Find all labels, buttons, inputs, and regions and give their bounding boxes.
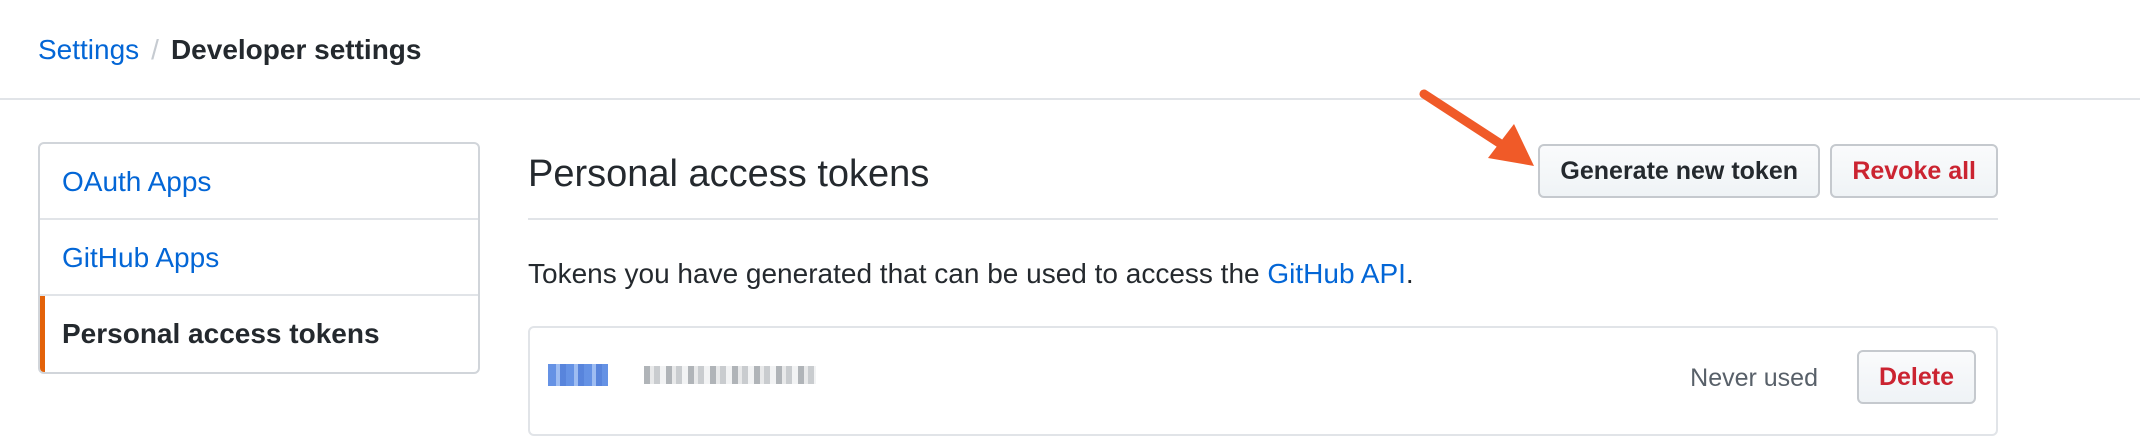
revoke-all-button[interactable]: Revoke all <box>1830 144 1998 198</box>
page-header: Settings / Developer settings <box>0 0 2140 100</box>
breadcrumb-separator: / <box>151 34 159 65</box>
token-last-used: Never used <box>1690 364 1818 392</box>
tokens-description: Tokens you have generated that can be us… <box>528 254 1414 294</box>
sidebar-item-github-apps[interactable]: GitHub Apps <box>40 220 478 296</box>
description-period: . <box>1405 258 1414 289</box>
main-content: Personal access tokens Generate new toke… <box>528 142 1998 436</box>
token-scopes-redacted <box>644 366 816 384</box>
sidebar-item-oauth-apps[interactable]: OAuth Apps <box>40 144 478 220</box>
sidebar-item-personal-access-tokens[interactable]: Personal access tokens <box>40 296 478 372</box>
sidebar-menu: OAuth Apps GitHub Apps Personal access t… <box>38 142 480 374</box>
annotation-arrow-icon <box>1419 89 1534 166</box>
delete-token-button[interactable]: Delete <box>1856 350 1976 404</box>
generate-new-token-button[interactable]: Generate new token <box>1538 144 1820 198</box>
breadcrumb: Settings / Developer settings <box>38 30 421 70</box>
page-title: Personal access tokens <box>528 153 930 195</box>
breadcrumb-current: Developer settings <box>170 34 422 65</box>
token-list-item: Never used Delete <box>528 326 1998 436</box>
title-row: Personal access tokens Generate new toke… <box>528 142 1998 220</box>
breadcrumb-settings-link[interactable]: Settings <box>38 34 139 65</box>
github-api-link[interactable]: GitHub API <box>1267 258 1406 289</box>
token-name-redacted[interactable] <box>548 364 608 386</box>
description-text: Tokens you have generated that can be us… <box>528 258 1268 289</box>
